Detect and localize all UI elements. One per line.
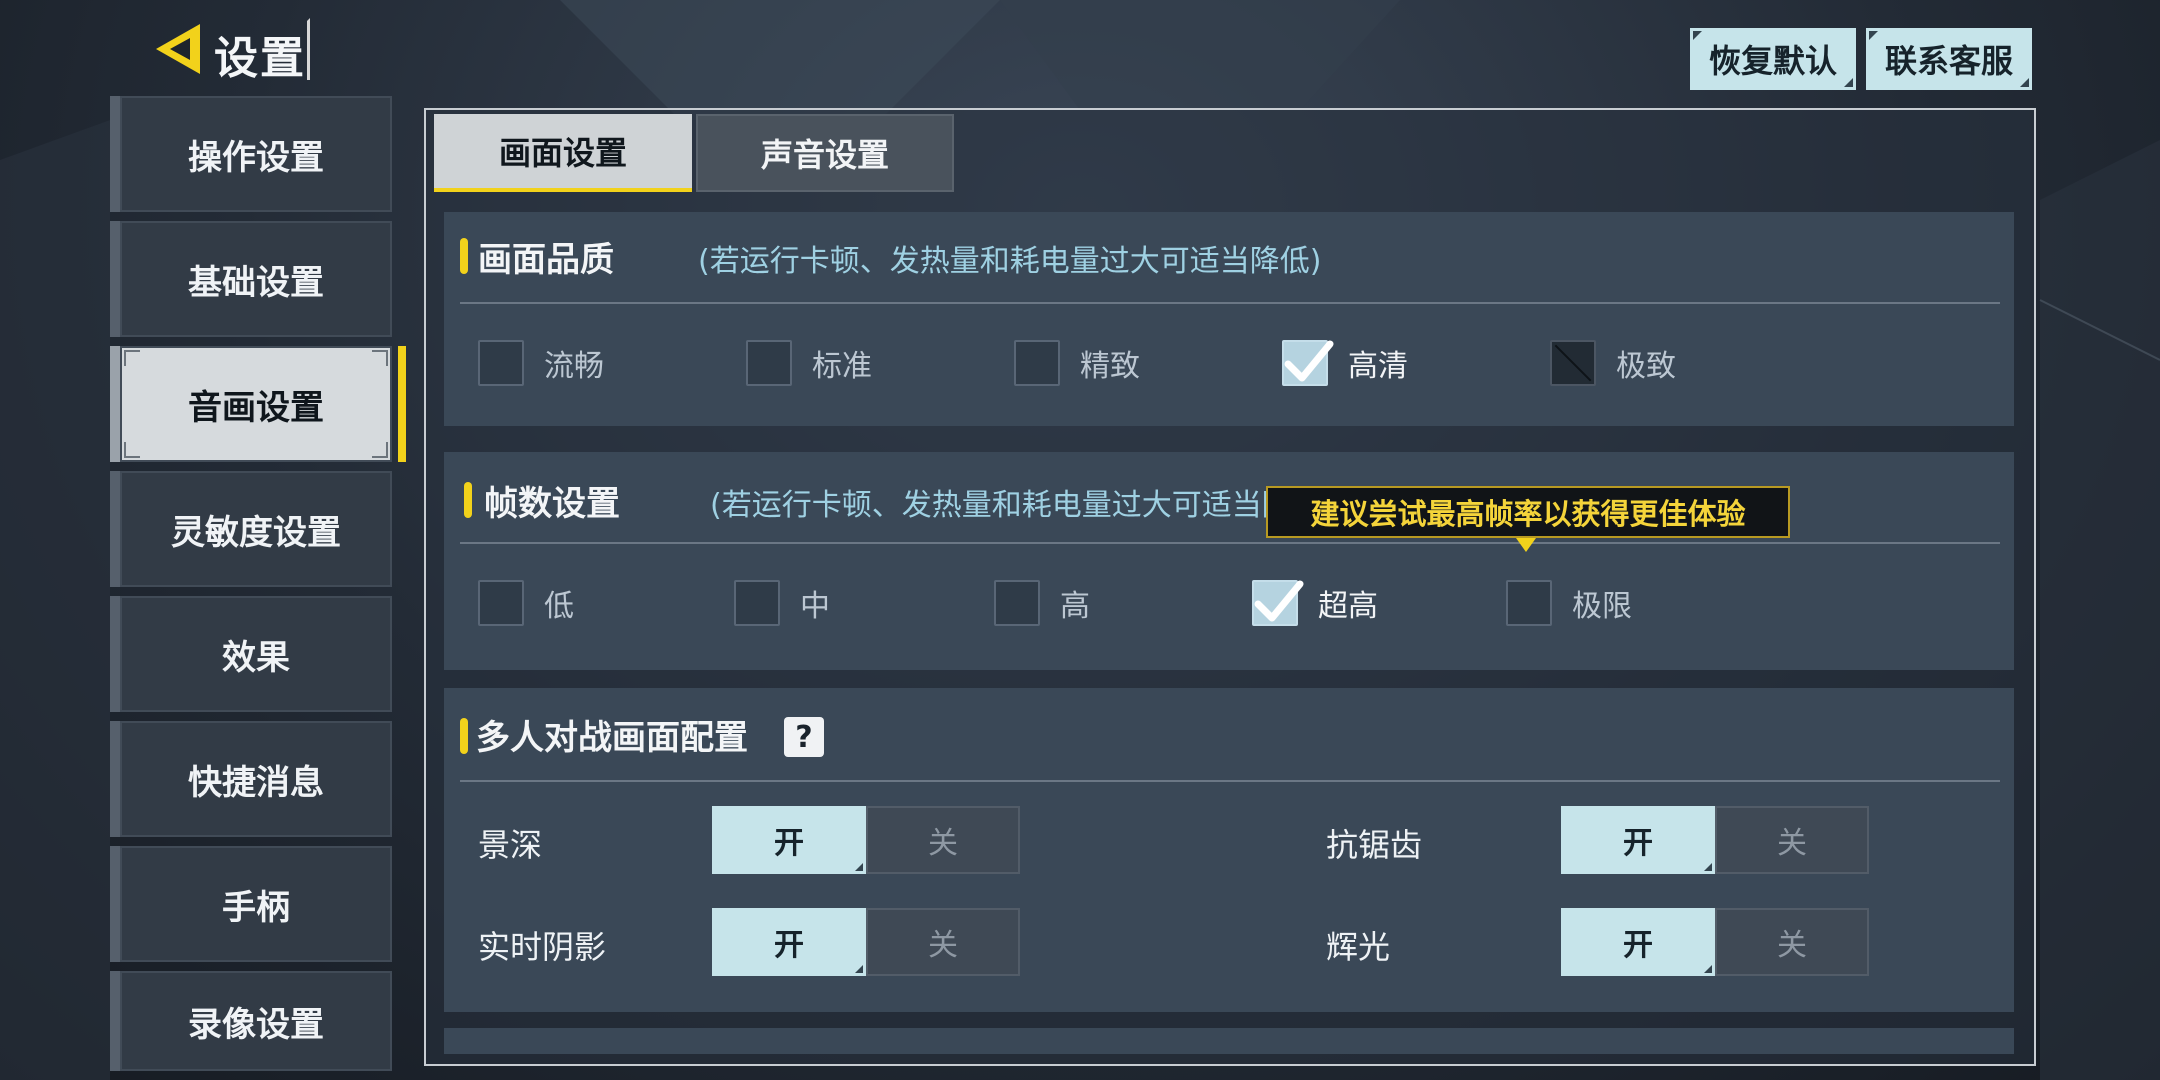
option-label: 超高	[1318, 589, 1378, 624]
sidebar-item-effects[interactable]: 效果	[110, 596, 392, 712]
sidebar-item-operation[interactable]: 操作设置	[110, 96, 392, 212]
checkbox[interactable]	[1014, 340, 1060, 386]
quality-section: 画面品质 (若运行卡顿、发热量和耗电量过大可适当降低) 流畅 标准 精致 高清 …	[444, 212, 2014, 426]
sidebar-item-sensitivity[interactable]: 灵敏度设置	[110, 471, 392, 587]
restore-defaults-button[interactable]: 恢复默认	[1690, 28, 1856, 90]
divider	[460, 542, 2000, 544]
toggle-realtime-shadows[interactable]: 开 关	[712, 908, 1020, 976]
toggle-on-button[interactable]: 开	[1561, 908, 1715, 976]
toggle-bloom[interactable]: 开 关	[1561, 908, 1869, 976]
tooltip-arrow-icon	[1516, 538, 1536, 552]
help-icon[interactable]: ?	[784, 717, 824, 757]
quality-option-smooth[interactable]: 流畅	[478, 340, 604, 386]
checkmark-icon	[1284, 340, 1334, 382]
toggle-off-button[interactable]: 关	[866, 806, 1020, 874]
contact-support-button[interactable]: 联系客服	[1866, 28, 2032, 90]
back-arrow-icon	[156, 24, 200, 74]
corner-deco	[372, 350, 388, 366]
option-label: 低	[544, 589, 574, 624]
page-title: 设置	[214, 33, 306, 84]
framerate-option-extreme[interactable]: 极限	[1506, 580, 1632, 626]
option-label: 极致	[1616, 349, 1676, 384]
toggle-on-button[interactable]: 开	[712, 908, 866, 976]
quality-option-standard[interactable]: 标准	[746, 340, 872, 386]
corner-deco	[124, 350, 140, 366]
framerate-hint: (若运行卡顿、发热量和耗电量过大可适当降低)	[710, 488, 1334, 523]
setting-label-realtime-shadows: 实时阴影	[478, 928, 607, 966]
checkbox[interactable]	[478, 340, 524, 386]
quality-option-hd[interactable]: 高清	[1282, 340, 1408, 386]
framerate-option-medium[interactable]: 中	[734, 580, 830, 626]
sidebar-item-basic[interactable]: 基础设置	[110, 221, 392, 337]
setting-label-bloom: 辉光	[1326, 928, 1391, 966]
sidebar-item-audio-video[interactable]: 音画设置	[110, 346, 406, 462]
toggle-depth-of-field[interactable]: 开 关	[712, 806, 1020, 874]
tab-sound-settings[interactable]: 声音设置	[696, 114, 954, 192]
checkbox[interactable]	[1506, 580, 1552, 626]
checkbox[interactable]	[746, 340, 792, 386]
option-label: 流畅	[544, 349, 604, 384]
framerate-option-ultra-high[interactable]: 超高	[1252, 580, 1378, 626]
option-label: 高	[1060, 589, 1090, 624]
sidebar-item-quick-messages[interactable]: 快捷消息	[110, 721, 392, 837]
active-marker	[398, 346, 406, 462]
multiplayer-title: 多人对战画面配置	[476, 718, 748, 758]
checkbox[interactable]	[478, 580, 524, 626]
checkbox-checked[interactable]	[1282, 340, 1334, 386]
checkbox-checked[interactable]	[1252, 580, 1304, 626]
checkbox[interactable]	[734, 580, 780, 626]
toggle-off-button[interactable]: 关	[866, 908, 1020, 976]
quality-title: 画面品质	[478, 240, 614, 280]
divider	[460, 780, 2000, 782]
toggle-anti-aliasing[interactable]: 开 关	[1561, 806, 1869, 874]
checkbox-disabled	[1550, 340, 1596, 386]
corner-deco	[124, 442, 140, 458]
tab-display-settings[interactable]: 画面设置	[434, 114, 692, 192]
corner-deco	[372, 442, 388, 458]
checkbox[interactable]	[994, 580, 1040, 626]
back-button[interactable]	[150, 20, 206, 78]
sidebar-item-recording[interactable]: 录像设置	[110, 971, 392, 1071]
toggle-on-button[interactable]: 开	[712, 806, 866, 874]
toggle-off-button[interactable]: 关	[1715, 908, 1869, 976]
framerate-option-high[interactable]: 高	[994, 580, 1090, 626]
quality-option-refined[interactable]: 精致	[1014, 340, 1140, 386]
sidebar-item-controller[interactable]: 手柄	[110, 846, 392, 962]
divider	[460, 302, 2000, 304]
toggle-on-button[interactable]: 开	[1561, 806, 1715, 874]
quality-hint: (若运行卡顿、发热量和耗电量过大可适当降低)	[698, 244, 1322, 279]
setting-label-anti-aliasing: 抗锯齿	[1326, 826, 1423, 864]
option-label: 极限	[1572, 589, 1632, 624]
option-label: 中	[800, 589, 830, 624]
framerate-tooltip: 建议尝试最高帧率以获得更佳体验	[1266, 486, 1790, 538]
quality-option-ultra: 极致	[1550, 340, 1676, 386]
section-marker	[460, 238, 468, 274]
framerate-option-low[interactable]: 低	[478, 580, 574, 626]
option-label: 高清	[1348, 349, 1408, 384]
option-label: 标准	[812, 349, 872, 384]
framerate-section: 帧数设置 (若运行卡顿、发热量和耗电量过大可适当降低) 低 中 高 超高 极限	[444, 452, 2014, 670]
sidebar-item-label: 音画设置	[188, 387, 324, 428]
framerate-title: 帧数设置	[484, 484, 620, 524]
next-section-peek	[444, 1028, 2014, 1054]
option-label: 精致	[1080, 349, 1140, 384]
checkmark-icon	[1254, 580, 1304, 622]
section-marker	[464, 482, 472, 518]
toggle-off-button[interactable]: 关	[1715, 806, 1869, 874]
section-marker	[460, 718, 468, 754]
setting-label-depth-of-field: 景深	[478, 826, 543, 864]
